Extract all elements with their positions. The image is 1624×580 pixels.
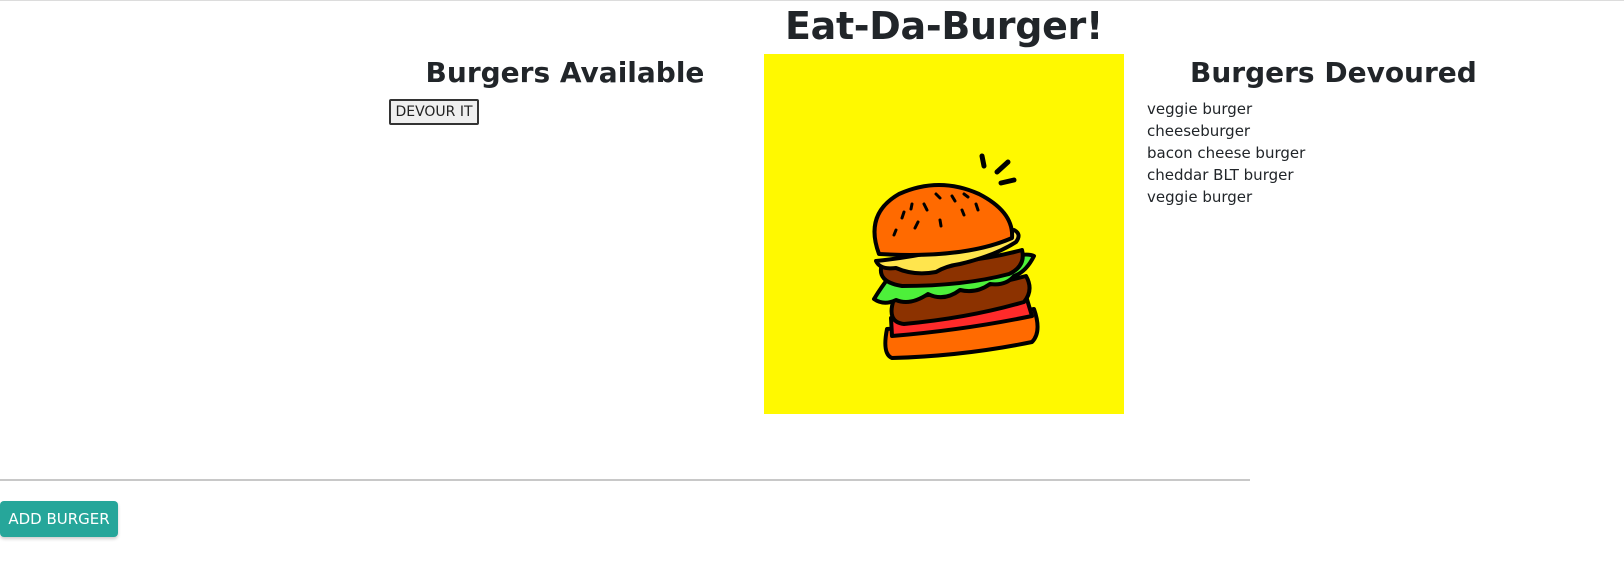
devour-it-button[interactable]: DEVOUR IT	[389, 99, 479, 125]
list-item: cheeseburger	[1147, 122, 1251, 140]
burgers-devoured-heading: Burgers Devoured	[1190, 56, 1477, 89]
top-divider	[0, 0, 1624, 1]
burgers-available-heading: Burgers Available	[425, 56, 705, 89]
devoured-list: veggie burger cheeseburger bacon cheese …	[1147, 98, 1305, 208]
burger-illustration-icon	[872, 153, 1040, 360]
list-item: cheddar BLT burger	[1147, 166, 1294, 184]
list-item: veggie burger	[1147, 100, 1253, 118]
form-divider	[0, 479, 1250, 481]
page-title: Eat-Da-Burger!	[784, 4, 1104, 48]
list-item: bacon cheese burger	[1147, 144, 1306, 162]
add-burger-button[interactable]: ADD BURGER	[0, 501, 118, 537]
burger-image	[764, 54, 1124, 414]
list-item: veggie burger	[1147, 188, 1253, 206]
